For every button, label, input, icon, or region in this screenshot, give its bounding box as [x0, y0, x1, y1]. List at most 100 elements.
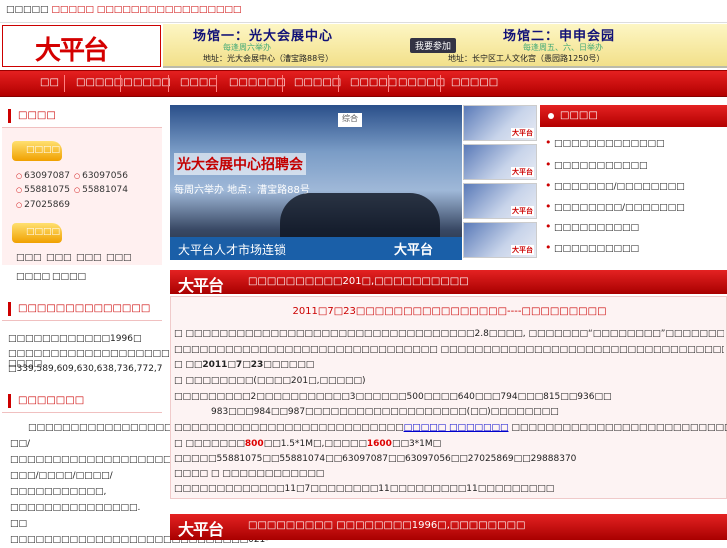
intro-panel: □□□□□□□ □□□□□□□□□□□□□□□□□□□□□□□□□□□□□□□□…: [2, 390, 162, 545]
about-panel-header: □□□□□□□□□□□□□□: [2, 298, 162, 321]
thumbnail[interactable]: 大平台: [463, 144, 537, 180]
top-bar-text: □□□□□ □□□□□ □□□□□□□□□□□□□□□□□: [6, 5, 241, 15]
quick-link[interactable]: □□□: [46, 253, 72, 263]
content-line: □ □□2011□7□23□□□□□□: [174, 360, 314, 370]
nav-divider: [64, 75, 65, 92]
join-button[interactable]: 我要参加: [410, 38, 456, 53]
section-logo: 大平台: [178, 516, 223, 540]
venue-banner[interactable]: 场馆一：光大会展中心 每逢周六举办 我要参加 场馆二：申申会园 每逢周五、六、日…: [163, 24, 727, 68]
price-large: 1600: [367, 439, 392, 449]
thumbnail-logo: 大平台: [511, 167, 534, 177]
quick-link[interactable]: □□□: [76, 253, 102, 263]
about-panel: □□□□□□□□□□□□□□ □□□□□□□□□□□□1996□ □□□□□□□…: [2, 298, 162, 378]
weekday: □□□□□: [272, 360, 315, 370]
nav-item-2[interactable]: □□□□□□: [76, 77, 133, 88]
nav-item-3[interactable]: □□□□: [133, 77, 171, 88]
route-text: □□□□□□□□□□□□□□□□□□□□□□□□□□□: [174, 423, 404, 433]
top-bar-links[interactable]: □□□□□ □□□□□□□□□□□□□□□□□: [51, 5, 241, 15]
bullet-icon: [548, 113, 554, 119]
price-label: □ □□□□□□□: [174, 439, 245, 449]
news-panel-header: □□□□: [540, 105, 727, 127]
news-item[interactable]: □□□□□□□/□□□□□□□□: [554, 182, 685, 192]
content-line: □ □□□□□□□□(□□□□201□,□□□□□): [174, 376, 366, 386]
section-title-1[interactable]: □□□□□□□□□□201□,□□□□□□□□□□: [248, 276, 469, 287]
nav-divider: [120, 75, 121, 92]
thumbnail[interactable]: 大平台: [463, 183, 537, 219]
photo-title: 光大会展中心招聘会: [174, 153, 306, 175]
nav-item-4[interactable]: □□□□: [180, 77, 218, 88]
phone-tab-label: □□□□: [26, 145, 60, 155]
announcement-title[interactable]: 2011□7□23□□□□□□□□□□□□□□□□----□□□□□□□□□: [171, 306, 727, 317]
thumbnail[interactable]: 大平台: [463, 222, 537, 258]
nav-item-9[interactable]: □□□□□: [451, 77, 498, 88]
banner-schedule-2: 每逢周五、六、日举办: [523, 42, 603, 53]
price-small: 800: [245, 439, 264, 449]
venue-photo[interactable]: 综合 光大会展中心招聘会 每周六举办 地点：漕宝路88号 大平台人才市场连锁 大…: [170, 105, 462, 260]
main-nav: □□ □□□□□□ □□□□ □□□□ □□□□□□ □□□□□ □□□□□ □…: [0, 70, 727, 97]
intro-panel-title: □□□□□□□: [18, 395, 84, 406]
banner-address-2: 地址：长宁区工人文化宫（愚园路1250号）: [448, 53, 604, 64]
contact-panel: □□□□ □□□□ 63097087 63097056 55881075 558…: [2, 105, 162, 265]
intro-panel-header: □□□□□□□: [2, 390, 162, 413]
quick-link[interactable]: □□□□: [52, 272, 86, 282]
news-panel-title: □□□□: [560, 110, 598, 121]
photo-logo: 大平台: [394, 239, 433, 258]
photo-thumbnails: 大平台 大平台 大平台 大平台: [463, 105, 537, 260]
about-line: □□□□□□□□□□□□1996□: [8, 334, 141, 344]
news-item[interactable]: □□□□□□□□□□: [554, 223, 639, 233]
crowd-shape: [280, 193, 440, 237]
news-item[interactable]: □□□□□□□□□□□: [554, 161, 648, 171]
site-logo-text: 大平台: [35, 30, 107, 67]
content-line: □ □□□□□□□800□□1.5*1M□,□□□□□1600□□3*1M□: [174, 439, 441, 449]
content-line: □□□□□55881075□□55881074□□63097087□□63097…: [174, 454, 576, 464]
banner-address-1: 地址：光大会展中心（漕宝路88号）: [203, 53, 333, 64]
top-bar: □□□□□ □□□□□ □□□□□□□□□□□□□□□□□: [0, 0, 727, 23]
photo-sign: 综合: [338, 113, 362, 127]
news-item[interactable]: □□□□□□□□□□□□□: [554, 139, 665, 149]
phone-number: 27025869: [16, 200, 70, 210]
header-accent: [8, 302, 11, 316]
nav-item-home[interactable]: □□: [40, 77, 59, 88]
links-tab-label: □□□□: [26, 227, 60, 237]
event-date: 2011□7□23□: [202, 360, 271, 370]
nav-divider: [168, 75, 169, 92]
nav-divider: [282, 75, 283, 92]
section-header-1: 大平台 □□□□□□□□□□201□,□□□□□□□□□□: [170, 270, 727, 294]
about-panel-title[interactable]: □□□□□□□□□□□□□□: [18, 303, 150, 314]
phone-number: 55881074: [74, 185, 128, 195]
links-tab[interactable]: □□□□: [12, 223, 62, 243]
thumbnail-logo: 大平台: [511, 128, 534, 138]
nav-item-5[interactable]: □□□□□□: [229, 77, 286, 88]
quick-link[interactable]: □□□: [16, 253, 42, 263]
thumbnail-logo: 大平台: [511, 245, 534, 255]
route-text-rest: □□□□□□□□□□□□□□□□□□□□□□□□□□□□□: [509, 423, 727, 433]
nav-item-6[interactable]: □□□□□: [294, 77, 341, 88]
content-line: 983□□□984□□987□□□□□□□□□□□□□□□□□□□(□□)□□□…: [211, 407, 559, 417]
news-item[interactable]: □□□□□□□□□□: [554, 244, 639, 254]
price-large-unit: □□3*1M□: [392, 439, 441, 449]
top-bar-prefix: □□□□□: [6, 5, 49, 15]
quick-link[interactable]: □□□□: [16, 272, 50, 282]
nav-item-7[interactable]: □□□□□: [350, 77, 397, 88]
photo-caption-bar: 大平台人才市场连锁 大平台: [170, 237, 462, 260]
intro-paragraph: □□□□□□□□□□□□□□□□□□□□□□□□□□□□□□□□□□□□□□□□…: [10, 420, 158, 548]
section-header-2: 大平台 □□□□□□□□□ □□□□□□□□1996□,□□□□□□□□: [170, 514, 727, 540]
site-logo[interactable]: 大平台: [2, 25, 161, 67]
quick-link[interactable]: □□□: [106, 253, 132, 263]
header-accent: [8, 394, 11, 408]
content-line: □□□□ □ □□□□□□□□□□□□: [174, 469, 324, 479]
photo-subtitle: 每周六举办 地点：漕宝路88号: [174, 181, 310, 196]
nav-divider: [440, 75, 441, 92]
content-line: □□□□□□□□□□□□□11□7□□□□□□□□11□□□□□□□□□11□□…: [174, 484, 554, 494]
news-item[interactable]: □□□□□□□□/□□□□□□□: [554, 203, 685, 213]
content-line: □□□□□□□□□2□□□□□□□□□□□3□□□□□□500□□□□640□□…: [174, 392, 611, 402]
news-panel: □□□□ □□□□□□□□□□□□□ □□□□□□□□□□□ □□□□□□□/□…: [540, 105, 727, 260]
contact-panel-header: □□□□: [2, 105, 162, 128]
phone-number: 63097056: [74, 171, 128, 181]
phone-number: 63097087: [16, 171, 70, 181]
phone-tab[interactable]: □□□□: [12, 141, 62, 161]
thumbnail[interactable]: 大平台: [463, 105, 537, 141]
nav-item-8[interactable]: □□□□□: [398, 77, 445, 88]
section-title-2[interactable]: □□□□□□□□□ □□□□□□□□1996□,□□□□□□□□: [248, 520, 525, 531]
map-link[interactable]: □□□□□ □□□□□□□: [404, 423, 509, 433]
